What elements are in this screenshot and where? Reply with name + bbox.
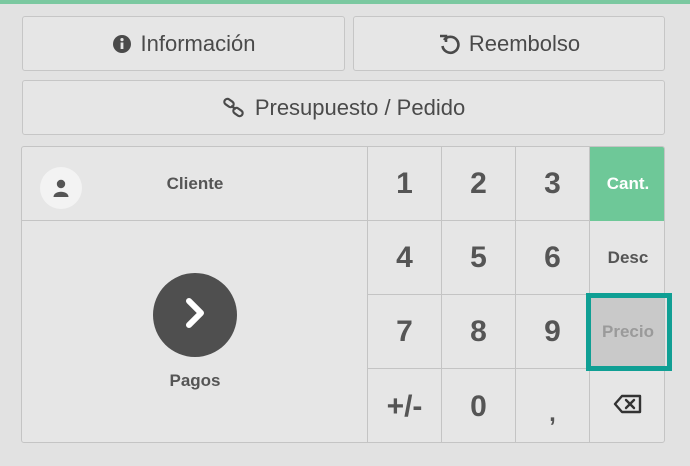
payment-area: Pagos xyxy=(22,221,368,442)
mode-price-button[interactable]: Precio xyxy=(590,295,664,369)
top-accent-line xyxy=(0,0,690,4)
numpad-key-9[interactable]: 9 xyxy=(516,295,590,369)
refund-button-label: Reembolso xyxy=(468,30,581,56)
refund-button[interactable]: Reembolso xyxy=(353,16,665,71)
numpad-key-2[interactable]: 2 xyxy=(442,147,516,221)
backspace-icon xyxy=(613,394,643,419)
payment-button[interactable] xyxy=(153,273,237,357)
quote-order-button[interactable]: Presupuesto / Pedido xyxy=(22,80,665,135)
backspace-button[interactable] xyxy=(590,369,664,442)
info-circle-icon xyxy=(112,34,132,54)
mode-quantity-button[interactable]: Cant. xyxy=(590,147,664,221)
chevron-right-icon xyxy=(180,296,210,335)
numpad-key-6[interactable]: 6 xyxy=(516,221,590,295)
customer-button[interactable]: Cliente xyxy=(22,147,368,221)
payment-label: Pagos xyxy=(169,371,221,390)
numpad-key-8[interactable]: 8 xyxy=(442,295,516,369)
info-button-label: Información xyxy=(140,30,256,56)
quote-order-button-label: Presupuesto / Pedido xyxy=(254,94,466,120)
numpad-key-3[interactable]: 3 xyxy=(516,147,590,221)
link-icon xyxy=(222,97,246,119)
numpad-key-7[interactable]: 7 xyxy=(368,295,442,369)
numpad-key-5[interactable]: 5 xyxy=(442,221,516,295)
customer-label: Cliente xyxy=(166,174,224,193)
numpad-key-0[interactable]: 0 xyxy=(442,369,516,442)
mode-discount-button[interactable]: Desc xyxy=(590,221,664,295)
numpad-key-4[interactable]: 4 xyxy=(368,221,442,295)
undo-icon xyxy=(438,33,460,55)
numpad-key-sign[interactable]: +/- xyxy=(368,369,442,442)
numpad-key-1[interactable]: 1 xyxy=(368,147,442,221)
info-button[interactable]: Información xyxy=(22,16,345,71)
numpad-key-decimal[interactable]: , xyxy=(516,369,590,442)
numpad-panel: Cliente Pagos 1 2 3 4 5 6 7 8 9 +/- 0 , … xyxy=(21,146,665,443)
